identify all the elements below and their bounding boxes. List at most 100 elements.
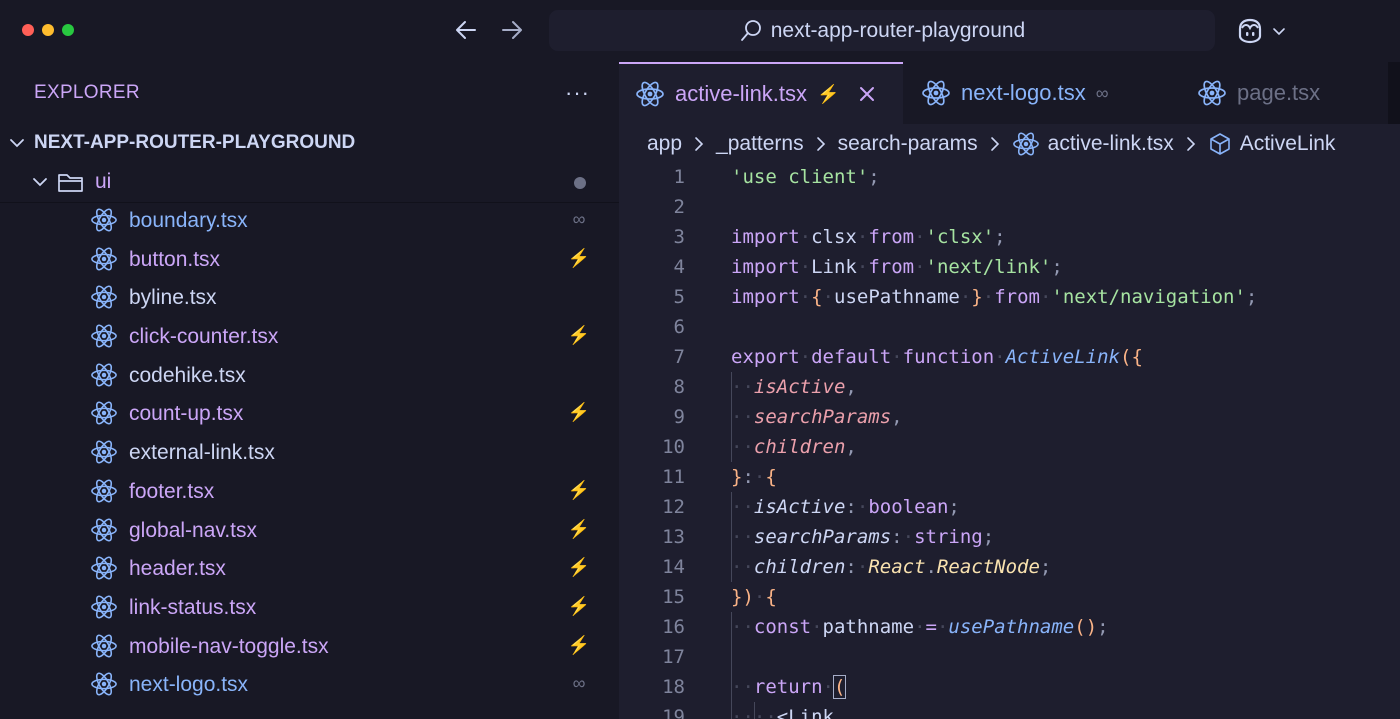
breadcrumb-item[interactable]: app bbox=[647, 132, 682, 156]
file-item[interactable]: mobile-nav-toggle.tsx ⚡ bbox=[0, 627, 619, 666]
code-token: . bbox=[925, 556, 937, 578]
code-token: · bbox=[856, 496, 869, 518]
code-token: ( bbox=[832, 675, 847, 699]
chevron-right-icon bbox=[990, 137, 999, 151]
file-name: external-link.tsx bbox=[129, 441, 275, 465]
more-actions-button[interactable]: ··· bbox=[565, 80, 590, 106]
code-line: 14 ··children:·React.ReactNode; bbox=[619, 552, 1400, 582]
close-window-button[interactable] bbox=[22, 24, 34, 36]
tab-active-link[interactable]: active-link.tsx ⚡ bbox=[619, 62, 903, 124]
code-editor[interactable]: 1'use client'; 2 3 import·clsx·from·'clsx';… bbox=[619, 162, 1400, 719]
file-item[interactable]: next-logo.tsx ∞ bbox=[0, 665, 619, 704]
react-icon bbox=[90, 284, 118, 310]
code-text: ··children, bbox=[731, 432, 857, 462]
code-token: ; bbox=[1039, 556, 1052, 578]
line-number: 10 bbox=[662, 436, 685, 458]
editor-area: active-link.tsx ⚡ next-logo.tsx ∞ page.t… bbox=[619, 62, 1400, 719]
code-token: ···· bbox=[731, 706, 777, 719]
code-token: : bbox=[742, 466, 754, 488]
file-item[interactable]: boundary.tsx ∞ bbox=[0, 201, 619, 240]
code-token: usePathname bbox=[948, 616, 1075, 638]
file-item[interactable]: byline.tsx bbox=[0, 278, 619, 317]
code-token: 'use client' bbox=[731, 166, 869, 188]
file-item[interactable]: codehike.tsx bbox=[0, 356, 619, 395]
code-token: · bbox=[902, 526, 915, 548]
code-token: () bbox=[1074, 616, 1098, 638]
code-token: · bbox=[994, 346, 1006, 368]
file-item[interactable]: count-up.tsx ⚡ bbox=[0, 394, 619, 433]
search-icon bbox=[740, 19, 761, 41]
react-icon bbox=[921, 79, 951, 107]
file-item[interactable]: footer.tsx ⚡ bbox=[0, 472, 619, 511]
code-token: function bbox=[902, 346, 995, 368]
lightning-icon: ⚡ bbox=[567, 557, 591, 578]
chevron-down-icon[interactable] bbox=[1272, 24, 1286, 38]
arrow-left-icon[interactable] bbox=[453, 17, 479, 43]
code-token: · bbox=[811, 616, 823, 638]
breadcrumb-item[interactable]: search-params bbox=[838, 132, 978, 156]
react-icon bbox=[90, 478, 118, 504]
file-item[interactable]: link-status.tsx ⚡ bbox=[0, 588, 619, 627]
code-line: 10 ··children, bbox=[619, 432, 1400, 462]
file-name: boundary.tsx bbox=[129, 209, 248, 232]
line-number: 16 bbox=[662, 616, 685, 638]
code-token: boolean bbox=[868, 496, 949, 518]
maximize-window-button[interactable] bbox=[62, 24, 74, 36]
file-item[interactable]: button.tsx ⚡ bbox=[0, 240, 619, 279]
close-icon[interactable] bbox=[857, 84, 877, 104]
line-number: 3 bbox=[673, 226, 685, 248]
code-token: · bbox=[891, 346, 903, 368]
tab-scroll-edge bbox=[1388, 62, 1400, 124]
line-number: 2 bbox=[673, 196, 685, 218]
code-token: clsx bbox=[811, 226, 857, 248]
line-number: 8 bbox=[673, 376, 685, 398]
command-center-search[interactable]: next-app-router-playground bbox=[549, 10, 1215, 51]
copilot-icon[interactable] bbox=[1234, 15, 1266, 47]
code-token: , bbox=[845, 436, 857, 458]
code-token: import bbox=[731, 256, 800, 278]
react-icon bbox=[90, 323, 118, 349]
chevron-down-icon bbox=[10, 139, 24, 148]
file-name: byline.tsx bbox=[129, 286, 217, 310]
code-token: · bbox=[822, 286, 834, 308]
breadcrumb-item[interactable]: ActiveLink bbox=[1240, 132, 1336, 156]
file-name: footer.tsx bbox=[129, 479, 215, 503]
infinity-icon: ∞ bbox=[1095, 82, 1109, 103]
file-item[interactable]: global-nav.tsx ⚡ bbox=[0, 511, 619, 550]
file-name: click-counter.tsx bbox=[129, 325, 279, 349]
code-line: 1 'use client'; bbox=[619, 162, 1400, 192]
code-token: · bbox=[959, 286, 972, 308]
arrow-right-icon[interactable] bbox=[499, 17, 525, 43]
code-token: ; bbox=[1097, 616, 1109, 638]
code-token: const bbox=[753, 616, 812, 638]
code-token: searchParams bbox=[753, 526, 892, 548]
code-token: from bbox=[868, 226, 915, 248]
tab-next-logo[interactable]: next-logo.tsx ∞ bbox=[921, 62, 1109, 124]
breadcrumb-item[interactable]: active-link.tsx bbox=[1048, 132, 1174, 156]
file-name: next-logo.tsx bbox=[129, 673, 249, 697]
search-text: next-app-router-playground bbox=[770, 18, 1026, 42]
react-icon bbox=[90, 362, 118, 388]
line-number: 19 bbox=[662, 706, 685, 719]
code-text: ··return·( bbox=[731, 672, 847, 702]
folder-ui[interactable]: ui bbox=[0, 163, 619, 201]
tab-page[interactable]: page.tsx bbox=[1197, 62, 1320, 124]
code-token: ·· bbox=[731, 436, 754, 458]
code-token: · bbox=[799, 346, 812, 368]
breadcrumb-item[interactable]: _patterns bbox=[716, 132, 804, 156]
code-token: <Link bbox=[776, 706, 834, 719]
project-root[interactable]: NEXT-APP-ROUTER-PLAYGROUND bbox=[0, 124, 619, 162]
react-icon bbox=[90, 207, 118, 233]
file-item[interactable]: header.tsx ⚡ bbox=[0, 549, 619, 588]
breadcrumb: app _patterns search-params active-link.… bbox=[647, 128, 1335, 160]
line-number: 13 bbox=[662, 526, 685, 548]
project-name: NEXT-APP-ROUTER-PLAYGROUND bbox=[34, 132, 356, 153]
minimize-window-button[interactable] bbox=[42, 24, 54, 36]
chevron-down-icon bbox=[33, 178, 47, 187]
code-text: })·{ bbox=[731, 582, 777, 612]
code-token: React bbox=[868, 556, 926, 578]
file-item[interactable]: external-link.tsx bbox=[0, 433, 619, 472]
file-item[interactable]: click-counter.tsx ⚡ bbox=[0, 317, 619, 356]
file-name: global-nav.tsx bbox=[129, 518, 258, 542]
modified-dot bbox=[574, 177, 586, 189]
